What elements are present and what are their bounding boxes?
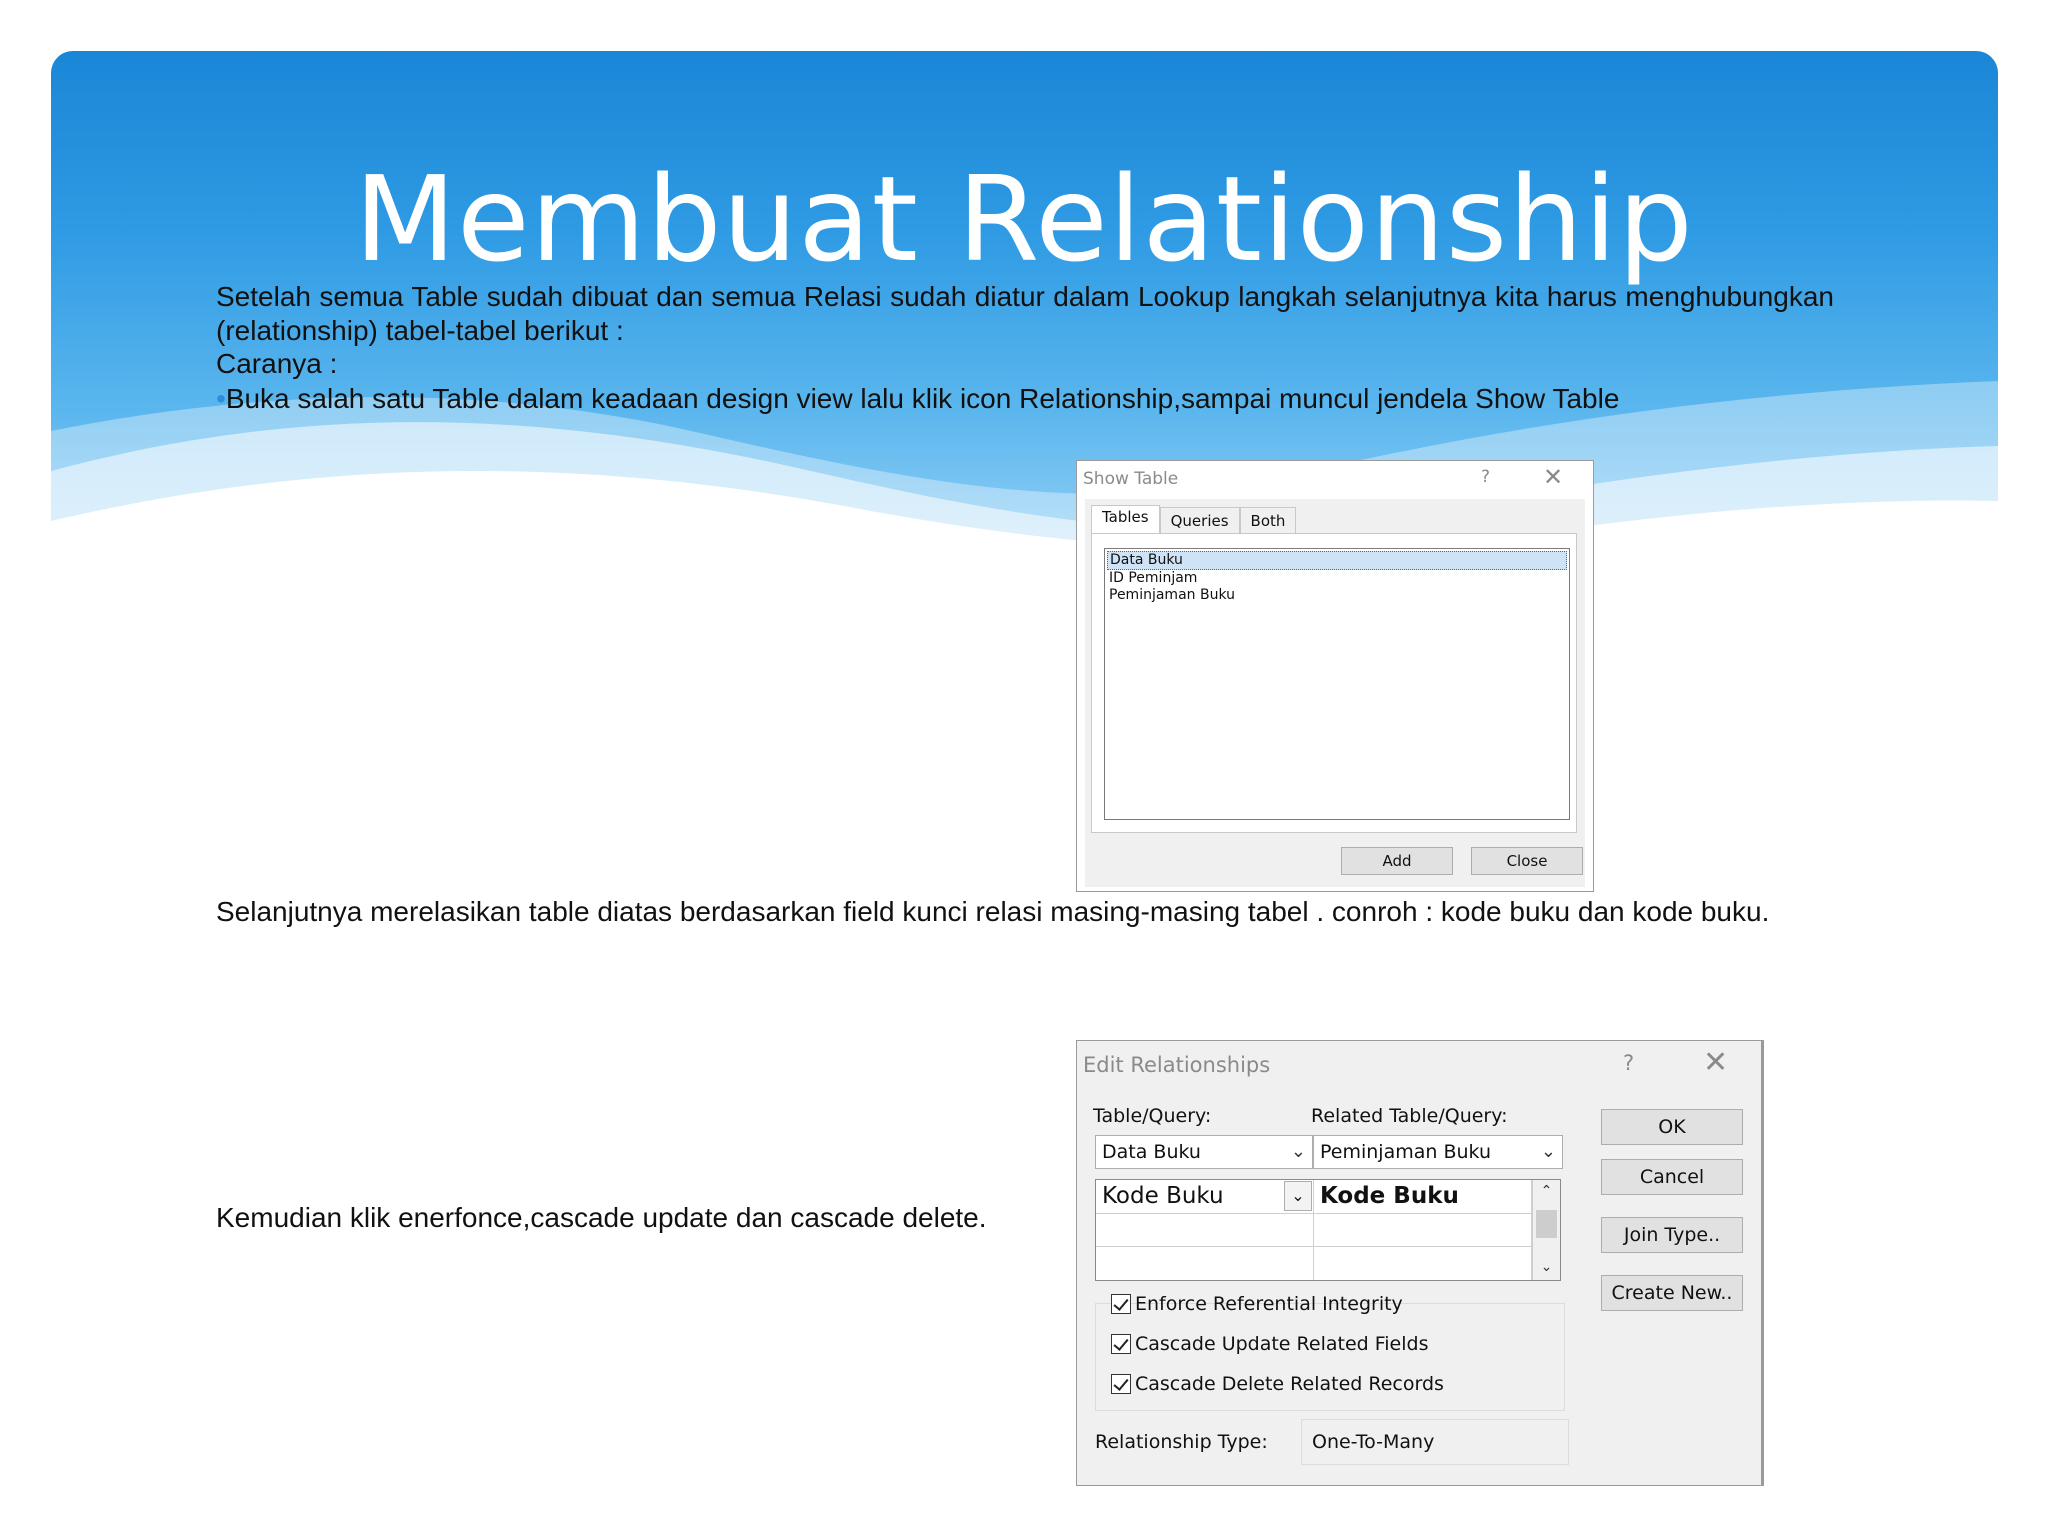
cascade-delete-label: Cascade Delete Related Records — [1135, 1373, 1444, 1395]
table-query-label: Table/Query: — [1093, 1105, 1212, 1127]
chevron-down-icon[interactable]: ⌄ — [1541, 1136, 1556, 1168]
right-field-cell[interactable]: Kode Buku — [1314, 1180, 1532, 1214]
show-table-body: Tables Queries Both Data Buku ID Peminja… — [1085, 499, 1585, 887]
show-table-dialog: Show Table ? ✕ Tables Queries Both Data … — [1076, 460, 1594, 892]
relationship-type-label: Relationship Type: — [1095, 1431, 1268, 1453]
bullet-icon: • — [216, 383, 226, 414]
related-table-label: Related Table/Query: — [1311, 1105, 1508, 1127]
cascade-update-checkbox[interactable]: Cascade Update Related Fields — [1111, 1333, 1429, 1355]
chevron-down-icon[interactable]: ⌄ — [1291, 1136, 1306, 1168]
edit-relationships-dialog: Edit Relationships ? ✕ Table/Query: Rela… — [1076, 1040, 1764, 1486]
right-field-cell-empty[interactable] — [1314, 1214, 1532, 1247]
relationship-type-value: One-To-Many — [1301, 1419, 1569, 1465]
table-query-select[interactable]: Data Buku ⌄ — [1095, 1135, 1313, 1169]
relation-paragraph: Selanjutnya merelasikan table diatas ber… — [216, 896, 1770, 927]
help-icon[interactable]: ? — [1481, 467, 1490, 487]
close-icon[interactable]: ✕ — [1543, 463, 1563, 491]
tables-listbox[interactable]: Data Buku ID Peminjam Peminjaman Buku — [1104, 548, 1570, 820]
tab-queries[interactable]: Queries — [1159, 507, 1240, 533]
chevron-down-icon[interactable]: ⌄ — [1284, 1181, 1312, 1211]
checkbox-checked-icon[interactable] — [1111, 1334, 1131, 1354]
tab-strip: Tables Queries Both — [1091, 505, 1297, 533]
add-button[interactable]: Add — [1341, 847, 1453, 875]
field-mapping-grid: Kode Buku ⌄ Kode Buku ⌃ ⌄ — [1095, 1179, 1561, 1281]
table-query-value: Data Buku — [1102, 1141, 1201, 1163]
enforce-integrity-label: Enforce Referential Integrity — [1135, 1293, 1403, 1315]
slide-title: Membuat Relationship — [354, 150, 1694, 288]
cascade-delete-checkbox[interactable]: Cascade Delete Related Records — [1111, 1373, 1444, 1395]
left-field-cell-empty[interactable] — [1096, 1214, 1314, 1247]
left-field-value: Kode Buku — [1102, 1183, 1224, 1209]
scroll-thumb[interactable] — [1536, 1210, 1557, 1238]
chevron-down-icon[interactable]: ⌄ — [1533, 1256, 1560, 1278]
caranya-label: Caranya : — [216, 348, 338, 379]
help-icon[interactable]: ? — [1623, 1051, 1634, 1075]
grid-scrollbar[interactable]: ⌃ ⌄ — [1532, 1180, 1560, 1280]
edit-relationships-title: Edit Relationships — [1083, 1053, 1271, 1077]
related-table-value: Peminjaman Buku — [1320, 1141, 1491, 1163]
create-new-button[interactable]: Create New.. — [1601, 1275, 1743, 1311]
intro-paragraph: Setelah semua Table sudah dibuat dan sem… — [216, 281, 1834, 346]
enforce-integrity-checkbox[interactable]: Enforce Referential Integrity — [1111, 1293, 1403, 1315]
show-table-title: Show Table — [1083, 469, 1179, 489]
left-field-cell-empty[interactable] — [1096, 1247, 1314, 1280]
ok-button[interactable]: OK — [1601, 1109, 1743, 1145]
cancel-button[interactable]: Cancel — [1601, 1159, 1743, 1195]
checkbox-checked-icon[interactable] — [1111, 1374, 1131, 1394]
tab-both[interactable]: Both — [1239, 507, 1297, 533]
list-item[interactable]: ID Peminjam — [1107, 570, 1567, 587]
tab-tables[interactable]: Tables — [1091, 505, 1160, 533]
list-item[interactable]: Data Buku — [1107, 551, 1567, 570]
cascade-update-label: Cascade Update Related Fields — [1135, 1333, 1429, 1355]
left-field-cell[interactable]: Kode Buku — [1096, 1180, 1314, 1214]
related-table-select[interactable]: Peminjaman Buku ⌄ — [1313, 1135, 1563, 1169]
close-icon[interactable]: ✕ — [1703, 1045, 1728, 1080]
checkbox-checked-icon[interactable] — [1111, 1294, 1131, 1314]
list-item[interactable]: Peminjaman Buku — [1107, 587, 1567, 604]
tables-panel: Data Buku ID Peminjam Peminjaman Buku — [1091, 533, 1577, 833]
close-button[interactable]: Close — [1471, 847, 1583, 875]
bullet-item: •Buka salah satu Table dalam keadaan des… — [216, 382, 1834, 416]
chevron-up-icon[interactable]: ⌃ — [1533, 1180, 1560, 1202]
right-field-value: Kode Buku — [1320, 1183, 1459, 1209]
right-field-cell-empty[interactable] — [1314, 1247, 1532, 1280]
join-type-button[interactable]: Join Type.. — [1601, 1217, 1743, 1253]
bullet-text: Buka salah satu Table dalam keadaan desi… — [225, 383, 1620, 414]
